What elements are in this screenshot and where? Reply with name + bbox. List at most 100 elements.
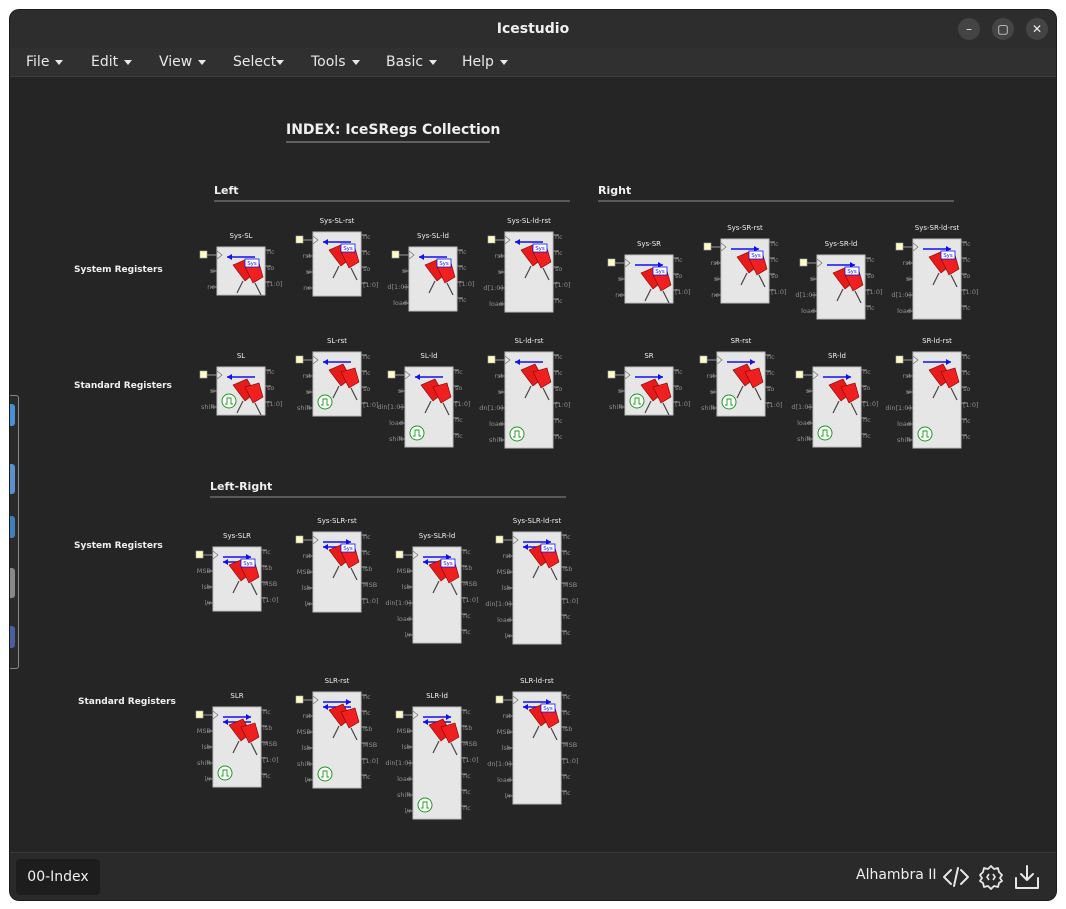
input-port-label: MSB <box>397 727 411 735</box>
clock-input-pin[interactable] <box>703 242 712 251</box>
download-icon[interactable] <box>1013 863 1041 891</box>
design-canvas[interactable]: INDEX: IceSRegs Collection Left Right Le… <box>10 77 1056 852</box>
register-block[interactable]: SLR-ld-rst rst MSB lsb dn[1:0] load l/r nc nc lsb… <box>487 677 579 805</box>
clock-input-pin[interactable] <box>495 535 504 544</box>
maximize-button[interactable]: ▢ <box>992 18 1014 40</box>
minimize-button[interactable]: – <box>958 18 980 40</box>
circuit-diagram[interactable]: INDEX: IceSRegs Collection Left Right Le… <box>10 77 1056 852</box>
clock-input-pin[interactable] <box>495 695 504 704</box>
output-port-label: nc <box>963 240 971 248</box>
clock-input-pin[interactable] <box>395 710 404 719</box>
clock-input-pin[interactable] <box>195 710 204 719</box>
register-block[interactable]: Sys-SR-rst rst si nc nc nc so [1:0] Sys <box>703 224 787 304</box>
clock-pulse-icon <box>317 766 333 782</box>
register-block[interactable]: Sys-SLR-rst rst MSB lsb l/r nc nc lsb MSB [1:0] Sy… <box>295 517 379 613</box>
register-block[interactable]: Sys-SL si nc nc so [1:0] Sys <box>199 232 283 296</box>
input-port-label: lsb <box>502 744 511 752</box>
dock-indicator <box>10 404 15 426</box>
close-button[interactable]: ✕ <box>1026 18 1048 40</box>
sys-badge-label: Sys <box>439 261 449 267</box>
output-port-label: lsb <box>263 564 272 572</box>
output-port-label: nc <box>563 789 571 797</box>
menu-tools[interactable]: Tools <box>311 54 360 70</box>
output-port-label: so <box>555 385 562 393</box>
register-block[interactable]: SR-rst rst si shift nc nc so [1:0] <box>699 337 783 417</box>
clock-input-pin[interactable] <box>799 258 808 267</box>
input-port-label: dn[1:0] <box>479 404 503 412</box>
register-block[interactable]: Sys-SR-ld si d[1:0] load nc so [1:0] nc Sys <box>795 240 883 320</box>
input-port-label: load <box>897 307 911 315</box>
clock-input-pin[interactable] <box>895 242 904 251</box>
menu-file[interactable]: File <box>26 54 64 70</box>
clock-input-pin[interactable] <box>395 550 404 559</box>
input-port-label: din[1:0] <box>377 403 403 411</box>
clock-input-pin[interactable] <box>195 550 204 559</box>
register-block[interactable]: SLR-ld MSB lsb din[1:0] load shift l/r nc lsb MSB… <box>385 692 479 820</box>
block-title: Sys-SL-ld-rst <box>507 217 551 225</box>
register-block[interactable]: Sys-SL-rst rst si nc nc nc so [1:0] Sys <box>295 217 379 297</box>
register-block[interactable]: SR-ld si d[1:0] load shift nc so [1:0] nc nc <box>791 352 879 448</box>
input-port-label: si <box>806 387 811 395</box>
register-block[interactable]: SLR-rst rst MSB lsb shift l/r nc nc lsb MSB [1:0] n… <box>295 677 379 789</box>
clock-pulse-icon <box>221 393 237 409</box>
clock-input-pin[interactable] <box>295 695 304 704</box>
block-title: SL <box>237 352 245 360</box>
tab-index[interactable]: 00-Index <box>16 859 100 895</box>
register-block[interactable]: Sys-SR si nc nc so [1:0] Sys <box>607 240 691 304</box>
register-block[interactable]: SR si shift nc so [1:0] <box>607 352 691 416</box>
register-block[interactable]: Sys-SR-ld-rst rst si d[1:0] load nc nc so [1:0] n… <box>891 224 979 320</box>
input-port-label: nc <box>303 284 311 292</box>
row-label-standard: Standard Registers <box>74 381 172 391</box>
input-port-label: load <box>397 775 411 783</box>
block-title: Sys-SR-rst <box>727 224 763 232</box>
clock-input-pin[interactable] <box>199 250 208 259</box>
input-port-label: lsb <box>502 584 511 592</box>
clock-input-pin[interactable] <box>607 258 616 267</box>
clock-input-pin[interactable] <box>487 355 496 364</box>
register-block[interactable]: SL-ld-rst rst si dn[1:0] load shift nc nc so [1:0… <box>479 337 571 449</box>
clock-input-pin[interactable] <box>699 355 708 364</box>
register-block[interactable]: SL-ld si din[1:0] load shift nc so [1:0] nc nc <box>377 352 471 448</box>
menu-select[interactable]: Select <box>233 54 285 70</box>
clock-input-pin[interactable] <box>487 235 496 244</box>
output-port-label: [1:0] <box>463 596 479 604</box>
sys-badge-label: Sys <box>543 546 553 552</box>
code-icon[interactable] <box>942 863 970 891</box>
clock-pulse-icon <box>817 425 833 441</box>
block-title: Sys-SL-ld <box>417 232 449 240</box>
menu-basic[interactable]: Basic <box>386 54 438 70</box>
input-port-label: si <box>306 388 311 396</box>
output-port-label: nc <box>555 297 563 305</box>
input-port-label: l/r <box>204 599 211 607</box>
clock-input-pin[interactable] <box>387 370 396 379</box>
output-port-label: nc <box>363 249 371 257</box>
clock-input-pin[interactable] <box>295 355 304 364</box>
block-title: Sys-SR-ld-rst <box>915 224 960 232</box>
register-block[interactable]: Sys-SL-ld si d[1:0] load nc nc [1:0] nc Sys <box>387 232 475 312</box>
register-block[interactable]: Sys-SLR MSB lsb l/r nc lsb MSB [1:0] Sys <box>195 532 279 612</box>
clock-input-pin[interactable] <box>295 235 304 244</box>
register-block[interactable]: SLR MSB lsb shift l/r nc lsb MSB [1:0] nc <box>195 692 279 788</box>
sys-badge-label: Sys <box>535 246 545 252</box>
input-port-label: lsb <box>402 743 411 751</box>
output-port-label: nc <box>455 432 463 440</box>
register-block[interactable]: Sys-SLR-ld-rst rst MSB lsb din[1:0] load l/r nc… <box>485 517 579 645</box>
output-port-label: [1:0] <box>267 280 283 288</box>
clock-input-pin[interactable] <box>795 370 804 379</box>
clock-input-pin[interactable] <box>607 370 616 379</box>
clock-input-pin[interactable] <box>895 355 904 364</box>
register-block[interactable]: SL-rst rst si shift nc nc so [1:0] <box>295 337 379 417</box>
register-block[interactable]: SR-ld-rst rst si din[1:0] load shift nc nc so [1:… <box>885 337 979 449</box>
left-dock-panel[interactable] <box>10 395 19 669</box>
clock-input-pin[interactable] <box>295 535 304 544</box>
settings-icon[interactable] <box>977 863 1005 891</box>
register-block[interactable]: SL si shift nc so [1:0] <box>199 352 283 416</box>
menu-view[interactable]: View <box>159 54 207 70</box>
clock-input-pin[interactable] <box>391 250 400 259</box>
register-block[interactable]: Sys-SL-ld-rst rst si d[1:0] load nc nc so [1:0] n… <box>483 217 571 313</box>
register-block[interactable]: Sys-SLR-ld MSB lsb din[1:0] load l/r nc lsb MSB [… <box>385 532 479 644</box>
board-selector[interactable]: Alhambra II <box>856 867 937 883</box>
menu-help[interactable]: Help <box>462 54 508 70</box>
menu-edit[interactable]: Edit <box>91 54 133 70</box>
clock-input-pin[interactable] <box>199 370 208 379</box>
